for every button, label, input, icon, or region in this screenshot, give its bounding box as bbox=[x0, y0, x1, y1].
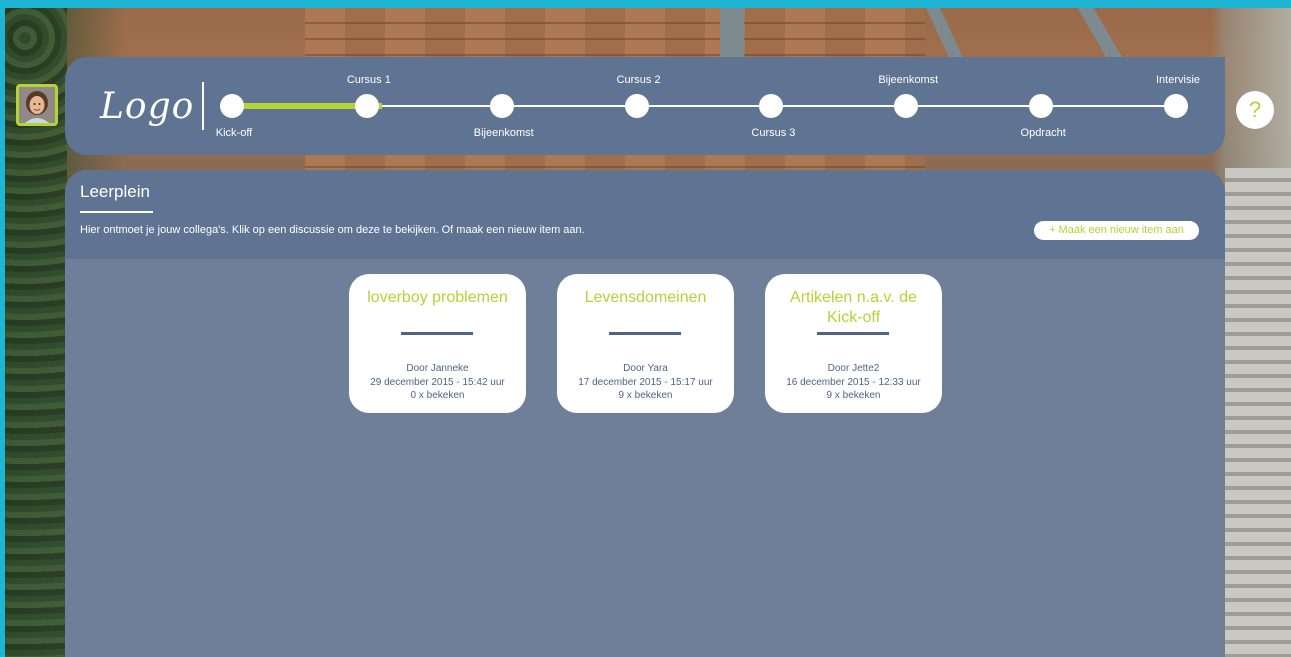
intro-text: Hier ontmoet je jouw collega's. Klik op … bbox=[80, 224, 585, 236]
milestone-label: Cursus 3 bbox=[751, 127, 796, 139]
discussion-card[interactable]: loverboy problemen Door Janneke 29 decem… bbox=[349, 274, 526, 413]
card-title: Levensdomeinen bbox=[584, 289, 707, 306]
card-divider bbox=[817, 332, 889, 335]
milestone-label: Intervisie bbox=[1155, 74, 1201, 86]
milestone-label: Cursus 2 bbox=[616, 74, 661, 86]
card-title: Artikelen n.a.v. de Kick-off bbox=[790, 289, 917, 326]
milestone-label: Bijeenkomst bbox=[878, 74, 939, 86]
milestone-label: Bijeenkomst bbox=[473, 127, 534, 139]
stairs bbox=[1225, 168, 1291, 657]
help-button[interactable]: ? bbox=[1236, 91, 1274, 129]
main-panel: Leerplein Hier ontmoet je jouw collega's… bbox=[65, 170, 1225, 657]
panel-header: Leerplein Hier ontmoet je jouw collega's… bbox=[65, 170, 1225, 259]
title-underline bbox=[80, 211, 153, 213]
milestone-label: Cursus 1 bbox=[346, 74, 391, 86]
milestone-label: Kick-off bbox=[215, 127, 253, 139]
logo-divider bbox=[202, 82, 204, 130]
discussion-card[interactable]: Artikelen n.a.v. de Kick-off Door Jette2… bbox=[765, 274, 942, 413]
user-avatar[interactable] bbox=[16, 84, 58, 126]
milestone-7[interactable] bbox=[1029, 94, 1054, 118]
page-title: Leerplein bbox=[80, 182, 150, 201]
card-divider bbox=[609, 332, 681, 335]
card-author: Door Yara bbox=[623, 363, 668, 374]
card-title: loverboy problemen bbox=[367, 289, 508, 306]
card-date: 17 december 2015 - 15:17 uur bbox=[578, 376, 713, 388]
card-meta: Door Yara 17 december 2015 - 15:17 uur 9… bbox=[557, 362, 734, 403]
card-date: 16 december 2015 - 12:33 uur bbox=[786, 376, 921, 388]
card-meta: Door Janneke 29 december 2015 - 15:42 uu… bbox=[349, 362, 526, 403]
milestone-8[interactable] bbox=[1164, 94, 1188, 118]
new-item-button[interactable]: + Maak een nieuw item aan bbox=[1034, 221, 1199, 240]
avatar-face-icon bbox=[19, 87, 55, 123]
card-views: 0 x bekeken bbox=[410, 390, 465, 401]
logo: Logo bbox=[100, 86, 195, 127]
milestone-2[interactable] bbox=[354, 94, 379, 118]
card-views: 9 x bekeken bbox=[618, 390, 673, 401]
discussion-card[interactable]: Levensdomeinen Door Yara 17 december 201… bbox=[557, 274, 734, 413]
milestone-4[interactable] bbox=[624, 94, 649, 118]
milestone-1[interactable] bbox=[220, 94, 244, 118]
card-author: Door Janneke bbox=[406, 363, 469, 374]
card-date: 29 december 2015 - 15:42 uur bbox=[370, 376, 505, 388]
card-meta: Door Jette2 16 december 2015 - 12:33 uur… bbox=[765, 362, 942, 403]
card-views: 9 x bekeken bbox=[826, 390, 881, 401]
milestone-3[interactable] bbox=[489, 94, 514, 118]
card-divider bbox=[401, 332, 473, 335]
milestone-label: Opdracht bbox=[1020, 127, 1066, 139]
card-author: Door Jette2 bbox=[827, 363, 880, 374]
